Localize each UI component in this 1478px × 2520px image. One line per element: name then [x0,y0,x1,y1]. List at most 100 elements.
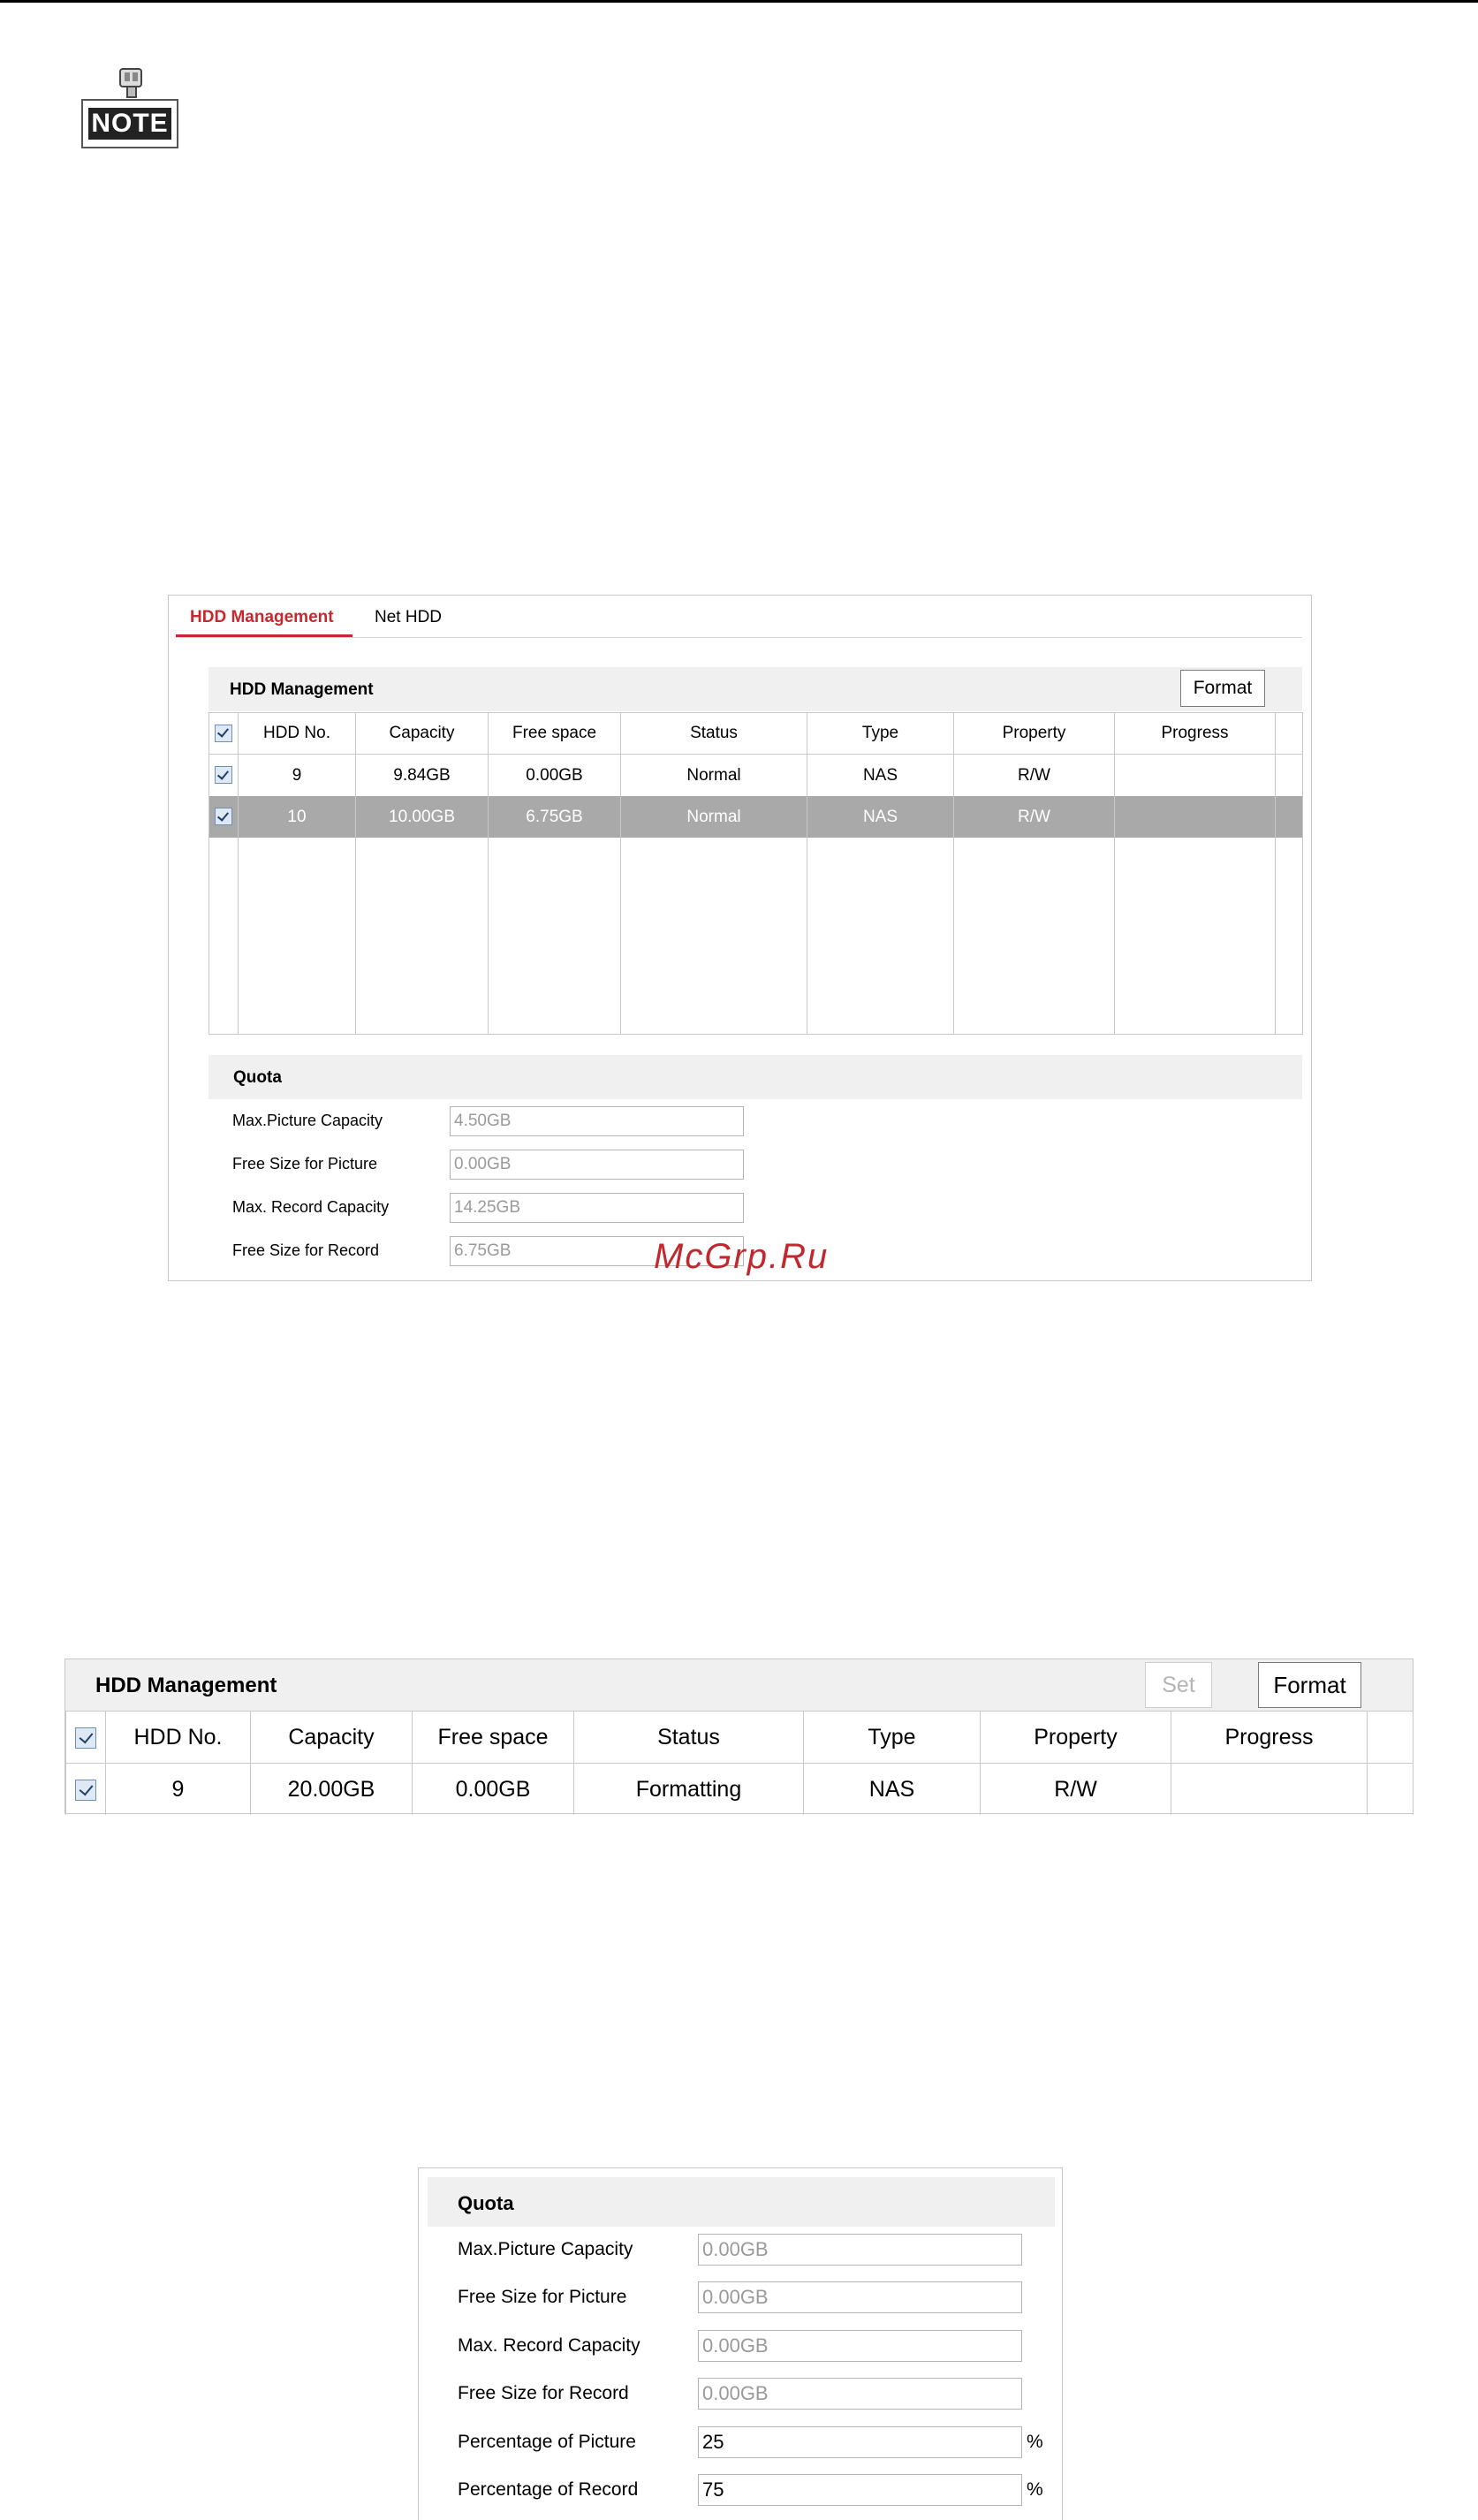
column-header[interactable]: Progress [1171,1711,1368,1764]
cell-status: Formatting [573,1763,804,1815]
note-icon: NOTE [81,67,180,150]
quota-title: Quota [458,2192,514,2214]
cell-progress [1114,796,1276,838]
select-all-checkbox[interactable] [215,724,232,742]
column-header[interactable]: Progress [1114,712,1276,755]
tab-hdd-management[interactable]: HDD Management [190,608,334,627]
max-picture-capacity-label: Max.Picture Capacity [232,1112,383,1129]
column-header[interactable]: Type [803,1711,981,1764]
empty-cell [1275,838,1303,1035]
format-button[interactable]: Format [1258,1662,1361,1708]
cell-hdd-no: 10 [238,796,356,838]
column-header[interactable]: Type [807,712,954,755]
select-all-cell [208,712,239,755]
cell-status: Normal [620,796,807,838]
empty-cell [208,838,239,1035]
cell-property: R/W [980,1763,1171,1815]
row-checkbox[interactable] [215,808,232,826]
scrollbar-cell [1275,796,1303,838]
max-record-capacity-field[interactable]: 14.25GB [450,1193,744,1223]
empty-table-area [208,838,1303,1035]
cell-property: R/W [953,754,1115,796]
cell-free-space: 0.00GB [412,1763,574,1815]
column-header[interactable]: Capacity [250,1711,413,1764]
max-picture-capacity-field[interactable]: 0.00GB [698,2234,1022,2266]
percentage-picture-input[interactable]: 25 [698,2426,1022,2458]
cell-hdd-no: 9 [238,754,356,796]
max-record-capacity-field[interactable]: 0.00GB [698,2330,1022,2362]
column-header[interactable]: HDD No. [105,1711,251,1764]
empty-cell [355,838,489,1035]
tab-net-hdd[interactable]: Net HDD [375,608,442,627]
column-header[interactable]: Free space [412,1711,574,1764]
percentage-record-unit: % [1027,2479,1043,2500]
select-all-cell [65,1711,106,1764]
row-checkbox[interactable] [75,1779,96,1801]
free-size-record-label: Free Size for Record [232,1241,380,1259]
pointing-hand-icon [119,68,142,98]
cell-capacity: 20.00GB [250,1763,413,1815]
column-header[interactable]: Status [620,712,807,755]
empty-cell [807,838,954,1035]
cell-free-space: 0.00GB [488,754,621,796]
empty-cell [620,838,807,1035]
hdd-table: HDD No. Capacity Free space Status Type … [208,712,1303,1035]
column-header[interactable]: Free space [488,712,621,755]
cell-type: NAS [803,1763,981,1815]
quota-panel: Quota Max.Picture Capacity 0.00GB Free S… [418,2167,1063,2520]
row-checkbox-cell [208,754,239,796]
set-button[interactable]: Set [1145,1662,1212,1708]
free-size-record-label: Free Size for Record [458,2383,629,2403]
hdd-formatting-panel: HDD Management Set Format HDD No. Capaci… [64,1658,1414,1815]
cell-type: NAS [807,754,954,796]
hdd-management-panel: HDD Management Net HDD HDD Management Fo… [168,595,1312,1281]
section-title: HDD Management [95,1674,277,1697]
hdd-table: HDD No. Capacity Free space Status Type … [65,1711,1414,1815]
max-picture-capacity-label: Max.Picture Capacity [458,2239,633,2259]
row-checkbox[interactable] [215,766,232,785]
max-record-capacity-label: Max. Record Capacity [232,1198,390,1216]
column-header[interactable]: Property [980,1711,1171,1764]
empty-cell [1114,838,1276,1035]
cell-type: NAS [807,796,954,838]
row-checkbox-cell [65,1763,106,1815]
percentage-record-input[interactable]: 75 [698,2474,1022,2506]
free-size-picture-label: Free Size for Picture [232,1155,378,1173]
cell-hdd-no: 9 [105,1763,251,1815]
max-record-capacity-label: Max. Record Capacity [458,2335,640,2356]
quota-title: Quota [233,1068,282,1087]
tab-divider [176,637,1302,638]
top-rule [0,0,1478,3]
watermark: McGrp.Ru [654,1237,830,1276]
cell-free-space: 6.75GB [488,796,621,838]
note-box: NOTE [81,99,178,148]
percentage-picture-unit: % [1027,2432,1043,2452]
max-picture-capacity-field[interactable]: 4.50GB [450,1106,744,1136]
note-label: NOTE [88,108,171,140]
empty-cell [238,838,356,1035]
cell-progress [1114,754,1276,796]
free-size-picture-field[interactable]: 0.00GB [450,1150,744,1180]
table-row-selected[interactable]: 10 10.00GB 6.75GB Normal NAS R/W [208,796,1303,838]
quota-section-header [208,1055,1302,1099]
cell-capacity: 10.00GB [355,796,489,838]
row-checkbox-cell [208,796,239,838]
free-size-picture-field[interactable]: 0.00GB [698,2281,1022,2313]
scrollbar-column [1367,1711,1414,1764]
free-size-record-field[interactable]: 0.00GB [698,2378,1022,2410]
cell-progress [1171,1763,1368,1815]
table-row[interactable]: 9 20.00GB 0.00GB Formatting NAS R/W [65,1763,1414,1815]
column-header[interactable]: Status [573,1711,804,1764]
percentage-picture-label: Percentage of Picture [458,2432,636,2452]
scrollbar-cell [1367,1763,1414,1815]
scrollbar-column [1275,712,1303,755]
format-button[interactable]: Format [1180,670,1265,707]
select-all-checkbox[interactable] [75,1727,96,1749]
column-header[interactable]: Property [953,712,1115,755]
free-size-picture-label: Free Size for Picture [458,2287,627,2307]
column-header[interactable]: HDD No. [238,712,356,755]
column-header[interactable]: Capacity [355,712,489,755]
table-row[interactable]: 9 9.84GB 0.00GB Normal NAS R/W [208,754,1303,796]
empty-cell [953,838,1115,1035]
cell-status: Normal [620,754,807,796]
